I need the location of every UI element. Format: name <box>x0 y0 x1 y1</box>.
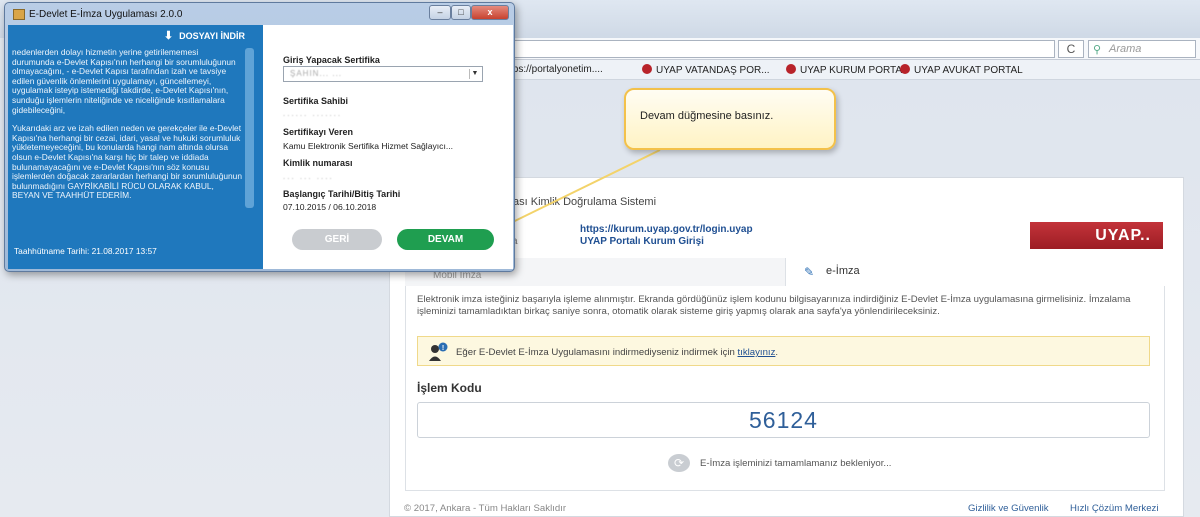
commitment-date: Taahhütname Tarihi: 21.08.2017 13:57 <box>14 246 157 256</box>
instruction-callout: Devam düğmesine basınız. <box>624 88 836 150</box>
uyap-logo: UYAP.. <box>1030 222 1163 249</box>
dialog-title: E-Devlet E-İmza Uygulaması 2.0.0 <box>29 9 183 20</box>
chevron-down-icon: ▼ <box>469 69 480 79</box>
minimize-button[interactable]: – <box>429 5 451 20</box>
svg-text:!: ! <box>442 345 444 352</box>
transaction-code: 56124 <box>417 402 1150 438</box>
certificate-label: Giriş Yapacak Sertifika <box>283 55 380 65</box>
dates-label: Başlangıç Tarihi/Bitiş Tarihi <box>283 189 401 199</box>
id-value: ... ... .... <box>283 172 334 181</box>
kurum-login-link[interactable]: UYAP Portalı Kurum Girişi <box>580 236 704 247</box>
bookmark-uyap-avukat[interactable]: UYAP AVUKAT PORTAL <box>900 64 1023 76</box>
app-icon <box>13 9 25 20</box>
user-info-icon: ! <box>429 342 448 361</box>
owner-value: ...... ....... <box>283 109 343 118</box>
bookmark-uyap-kurum[interactable]: UYAP KURUM PORTAL <box>786 64 908 76</box>
browser-search-input[interactable]: ⚲ Arama <box>1088 40 1196 58</box>
footer-help-link[interactable]: Hızlı Çözüm Merkezi <box>1070 503 1159 514</box>
e-imza-icon: ✎ <box>804 265 815 279</box>
loading-spinner-icon: ⟳ <box>668 454 690 472</box>
instruction-text: Elektronik imza isteğiniz başarıyla işle… <box>417 294 1131 317</box>
terms-paragraph-1: nedenlerden dolayı hizmetin yerine getir… <box>12 48 236 115</box>
kurum-login-url[interactable]: https://kurum.uyap.gov.tr/login.uyap <box>580 224 753 235</box>
maximize-button[interactable]: □ <box>451 5 471 20</box>
download-app-link[interactable]: tıklayınız <box>738 347 776 358</box>
search-placeholder: Arama <box>1109 43 1142 55</box>
dates-value: 07.10.2015 / 06.10.2018 <box>283 202 377 212</box>
bookmarks-bar: tps://portalyonetim.... UYAP VATANDAŞ PO… <box>500 60 1200 80</box>
callout-text: Devam düğmesine basınız. <box>640 110 774 122</box>
continue-button[interactable]: DEVAM <box>397 229 494 250</box>
close-button[interactable]: x <box>471 5 509 20</box>
uyap-favicon <box>642 64 652 74</box>
tab-e-imza[interactable]: ✎ e-İmza <box>785 258 1165 286</box>
terms-scrollbar[interactable] <box>245 48 254 208</box>
issuer-value: Kamu Elektronik Sertifika Hizmet Sağlayı… <box>283 141 454 151</box>
url-input[interactable] <box>500 40 1055 58</box>
waiting-text: E-İmza işleminizi tamamlamanız bekleniyo… <box>700 458 892 469</box>
terms-paragraph-2: Yukarıdaki arz ve izah edilen neden ve g… <box>12 123 242 201</box>
certificate-value: ŞAHIN... ... <box>290 69 343 78</box>
download-icon: ⬇ <box>163 30 174 42</box>
page-title: ası Kimlik Doğrulama Sistemi <box>513 196 657 208</box>
back-button[interactable]: GERİ <box>292 229 382 250</box>
tab-e-imza-label: e-İmza <box>826 265 860 277</box>
download-label: DOSYAYI İNDİR <box>179 31 245 41</box>
transaction-code-label: İşlem Kodu <box>417 381 482 395</box>
download-notice: ! Eğer E-Devlet E-İmza Uygulamasını indi… <box>417 336 1150 366</box>
bookmark-portalyonetim[interactable]: tps://portalyonetim.... <box>510 64 603 75</box>
download-file-button[interactable]: ⬇ DOSYAYI İNDİR <box>8 25 263 45</box>
id-label: Kimlik numarası <box>283 158 353 168</box>
reload-button[interactable]: C <box>1058 40 1084 58</box>
bookmark-uyap-vatandas[interactable]: UYAP VATANDAŞ POR... <box>642 64 770 76</box>
notice-text: Eğer E-Devlet E-İmza Uygulamasını indirm… <box>456 347 735 358</box>
uyap-favicon <box>900 64 910 74</box>
uyap-favicon <box>786 64 796 74</box>
owner-label: Sertifika Sahibi <box>283 96 349 106</box>
footer-privacy-link[interactable]: Gizlilik ve Güvenlik <box>968 503 1049 514</box>
search-engine-icon: ⚲ <box>1093 44 1102 56</box>
terms-text: nedenlerden dolayı hizmetin yerine getir… <box>12 48 242 261</box>
notice-end: . <box>775 347 779 358</box>
footer-copyright: © 2017, Ankara - Tüm Hakları Saklıdır <box>404 503 567 514</box>
certificate-select[interactable]: ŞAHIN... ... ▼ <box>283 66 483 82</box>
issuer-label: Sertifikayı Veren <box>283 127 354 137</box>
